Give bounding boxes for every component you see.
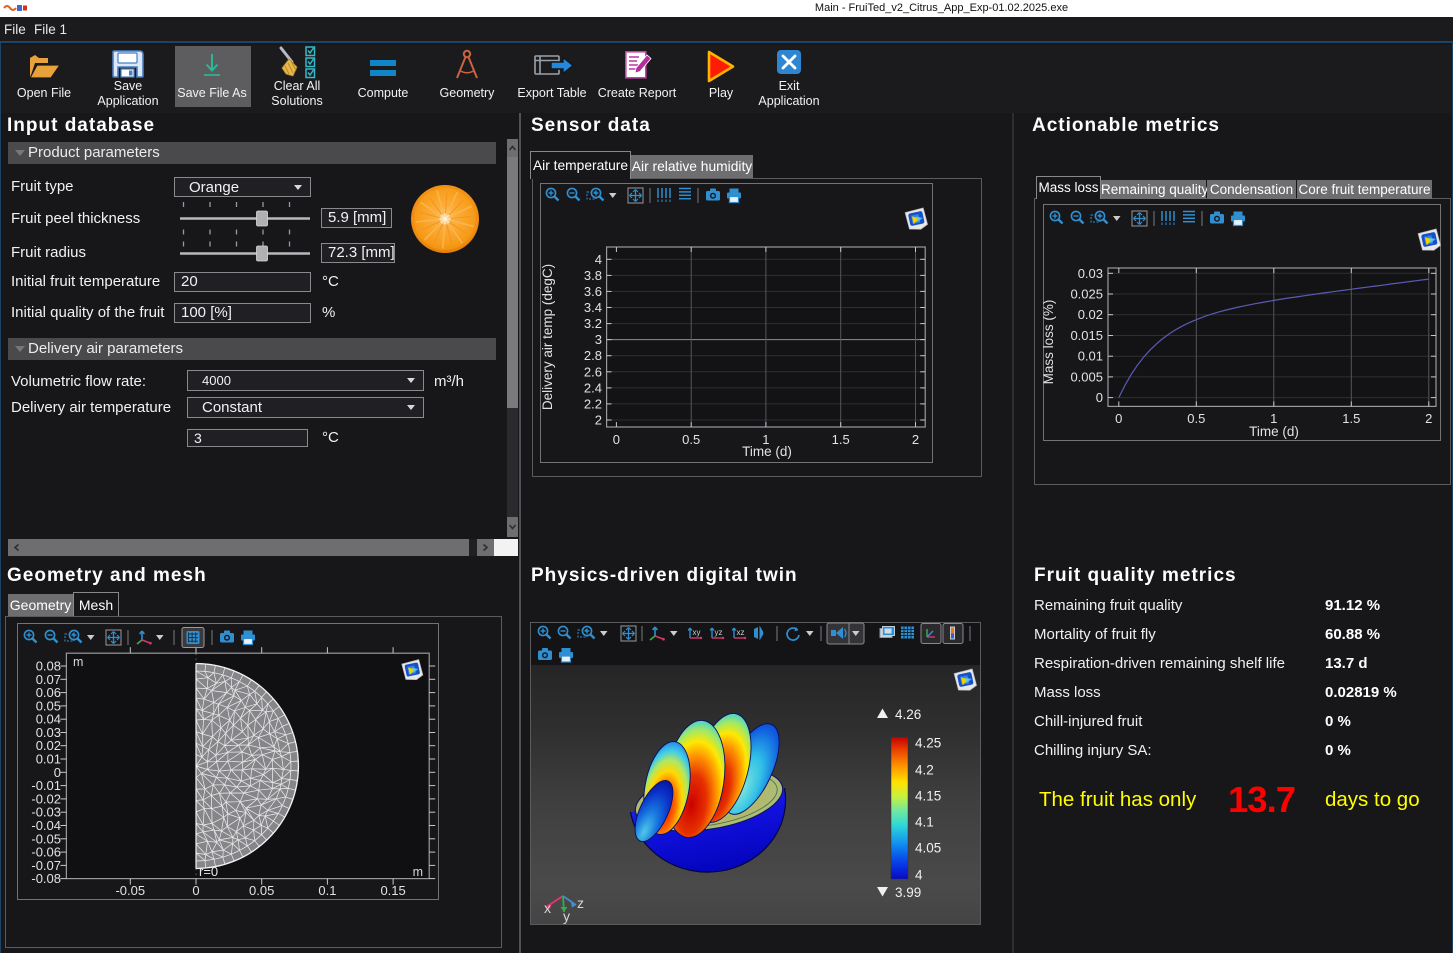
svg-text:0.1: 0.1 (318, 883, 336, 898)
svg-text:x: x (544, 900, 551, 916)
svg-text:2.2: 2.2 (584, 396, 602, 411)
svg-text:3.8: 3.8 (584, 268, 602, 283)
svg-text:Delivery air temp (degC): Delivery air temp (degC) (540, 264, 555, 410)
svg-text:2: 2 (912, 432, 919, 447)
svg-text:0.03: 0.03 (1078, 266, 1103, 281)
svg-text:0.005: 0.005 (1070, 369, 1103, 384)
svg-text:1.5: 1.5 (832, 432, 850, 447)
svg-text:0: 0 (1096, 390, 1103, 405)
svg-text:0.01: 0.01 (1078, 349, 1103, 364)
svg-text:4.2: 4.2 (915, 763, 934, 778)
svg-text:Time (d): Time (d) (742, 444, 792, 459)
svg-text:r=0: r=0 (199, 864, 218, 879)
svg-text:2: 2 (595, 413, 602, 428)
svg-text:0: 0 (1115, 411, 1122, 426)
svg-text:3.2: 3.2 (584, 316, 602, 331)
svg-text:4.1: 4.1 (915, 815, 934, 830)
svg-text:m: m (73, 655, 83, 669)
svg-text:0.15: 0.15 (380, 883, 405, 898)
svg-text:0: 0 (192, 883, 199, 898)
svg-text:2: 2 (1425, 411, 1432, 426)
svg-text:-0.05: -0.05 (115, 883, 145, 898)
svg-text:1.5: 1.5 (1342, 411, 1360, 426)
svg-text:2.4: 2.4 (584, 380, 602, 395)
svg-text:Time (d): Time (d) (1249, 424, 1299, 439)
svg-text:xz: xz (737, 628, 745, 637)
svg-text:0: 0 (613, 432, 620, 447)
svg-text:yz: yz (715, 628, 723, 637)
svg-text:y: y (563, 908, 570, 924)
svg-text:3.99: 3.99 (895, 885, 921, 900)
svg-text:4.05: 4.05 (915, 841, 941, 856)
svg-text:4.15: 4.15 (915, 789, 941, 804)
svg-text:0.02: 0.02 (1078, 307, 1103, 322)
svg-text:2.8: 2.8 (584, 348, 602, 363)
svg-text:xy: xy (693, 628, 701, 637)
svg-text:3.6: 3.6 (584, 284, 602, 299)
svg-text:3: 3 (595, 332, 602, 347)
svg-text:Mass loss (%): Mass loss (%) (1041, 300, 1056, 385)
svg-text:-0.08: -0.08 (31, 871, 61, 886)
svg-text:0.05: 0.05 (249, 883, 274, 898)
svg-text:4: 4 (595, 252, 602, 267)
svg-text:0.015: 0.015 (1070, 328, 1103, 343)
svg-text:4: 4 (915, 868, 923, 883)
svg-text:4.25: 4.25 (915, 736, 941, 751)
svg-text:m: m (413, 865, 423, 879)
svg-text:3.4: 3.4 (584, 300, 602, 315)
svg-text:4.26: 4.26 (895, 707, 921, 722)
svg-text:0.025: 0.025 (1070, 287, 1103, 302)
svg-text:0.5: 0.5 (1187, 411, 1205, 426)
svg-text:2.6: 2.6 (584, 364, 602, 379)
svg-text:z: z (577, 895, 584, 911)
svg-text:0.5: 0.5 (682, 432, 700, 447)
